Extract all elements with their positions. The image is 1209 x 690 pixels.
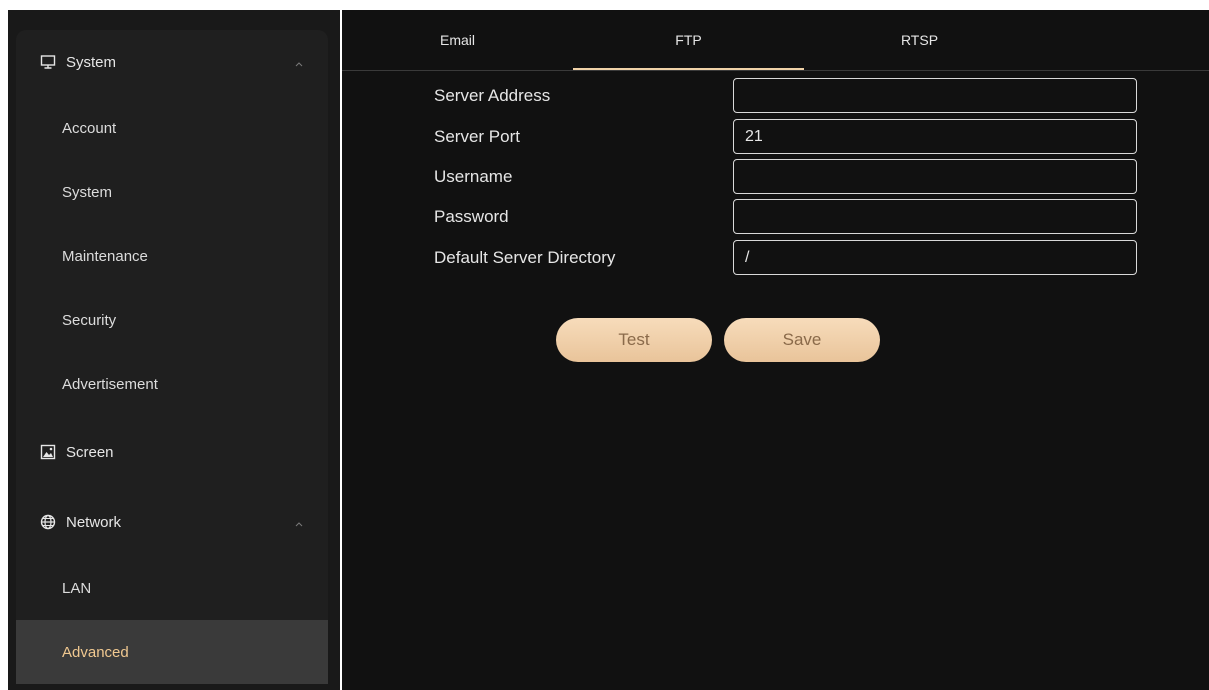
password-input[interactable] bbox=[733, 199, 1137, 234]
tab-ftp[interactable]: FTP bbox=[573, 10, 804, 70]
sidebar-item-label: Maintenance bbox=[62, 247, 148, 265]
test-button[interactable]: Test bbox=[556, 318, 712, 362]
sidebar-item-system[interactable]: System bbox=[16, 160, 328, 224]
chevron-up-icon[interactable] bbox=[294, 56, 304, 67]
server-port-label: Server Port bbox=[434, 127, 520, 146]
sidebar-group-label: Network bbox=[66, 513, 122, 531]
tab-bar: Email FTP RTSP bbox=[342, 10, 1209, 71]
tab-label: RTSP bbox=[900, 32, 939, 48]
tab-email[interactable]: Email bbox=[342, 10, 573, 70]
server-address-label: Server Address bbox=[434, 86, 551, 105]
username-input[interactable] bbox=[733, 159, 1137, 194]
server-port-input[interactable] bbox=[733, 119, 1137, 154]
default-server-directory-label: Default Server Directory bbox=[434, 248, 616, 267]
default-server-directory-input[interactable] bbox=[733, 240, 1137, 275]
sidebar-item-label: Security bbox=[62, 311, 117, 329]
image-icon bbox=[40, 444, 56, 460]
sidebar-group-network[interactable]: Network bbox=[16, 490, 328, 554]
sidebar-item-security[interactable]: Security bbox=[16, 288, 328, 352]
server-address-input[interactable] bbox=[733, 78, 1137, 113]
tab-label: FTP bbox=[675, 32, 702, 48]
sidebar-group-screen[interactable]: Screen bbox=[16, 420, 328, 484]
save-button[interactable]: Save bbox=[724, 318, 880, 362]
sidebar-item-label: System bbox=[62, 183, 113, 201]
top-border bbox=[0, 0, 1209, 8]
app-window: System Account System Maintenance Securi… bbox=[0, 0, 1209, 690]
sidebar-item-label: LAN bbox=[62, 579, 92, 597]
sidebar: System Account System Maintenance Securi… bbox=[16, 30, 328, 684]
sidebar-item-label: Account bbox=[62, 119, 117, 137]
sidebar-item-label: Advertisement bbox=[62, 375, 158, 393]
sidebar-item-lan[interactable]: LAN bbox=[16, 556, 328, 620]
monitor-icon bbox=[40, 54, 56, 70]
chevron-up-icon[interactable] bbox=[294, 516, 304, 527]
sidebar-group-label: Screen bbox=[66, 443, 114, 461]
sidebar-item-account[interactable]: Account bbox=[16, 96, 328, 160]
main-panel: Email FTP RTSP Server Address Server Por… bbox=[342, 10, 1209, 690]
password-label: Password bbox=[434, 207, 509, 226]
tab-label: Email bbox=[439, 32, 475, 48]
globe-icon bbox=[40, 514, 56, 530]
sidebar-item-maintenance[interactable]: Maintenance bbox=[16, 224, 328, 288]
sidebar-item-advertisement[interactable]: Advertisement bbox=[16, 352, 328, 416]
sidebar-item-label: Advanced bbox=[62, 643, 129, 661]
username-label: Username bbox=[434, 167, 513, 186]
sidebar-group-label: System bbox=[66, 53, 117, 71]
sidebar-item-advanced[interactable]: Advanced bbox=[16, 620, 328, 684]
sidebar-group-system[interactable]: System bbox=[16, 30, 328, 94]
active-tab-indicator bbox=[573, 68, 804, 70]
tab-rtsp[interactable]: RTSP bbox=[804, 10, 1035, 70]
